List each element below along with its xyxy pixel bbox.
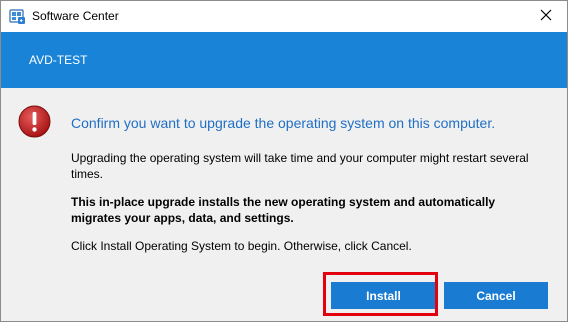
title-bar: Software Center <box>1 1 567 32</box>
instruction-text: Click Install Operating System to begin.… <box>71 239 412 253</box>
software-center-dialog: Software Center AVD-TEST Confirm you wan… <box>0 0 568 322</box>
banner-title: AVD-TEST <box>29 53 88 67</box>
dialog-content: Confirm you want to upgrade the operatin… <box>1 88 567 321</box>
dialog-heading: Confirm you want to upgrade the operatin… <box>71 115 496 131</box>
install-button[interactable]: Install <box>331 282 436 309</box>
window-title: Software Center <box>32 9 119 23</box>
in-place-upgrade-text: This in-place upgrade installs the new o… <box>71 195 496 225</box>
close-button[interactable] <box>531 2 561 31</box>
close-icon <box>540 8 552 26</box>
header-banner: AVD-TEST <box>1 32 567 88</box>
error-icon <box>18 105 51 138</box>
upgrade-time-text: Upgrading the operating system will take… <box>71 151 529 181</box>
software-center-icon <box>9 8 26 25</box>
cancel-button[interactable]: Cancel <box>444 282 548 309</box>
